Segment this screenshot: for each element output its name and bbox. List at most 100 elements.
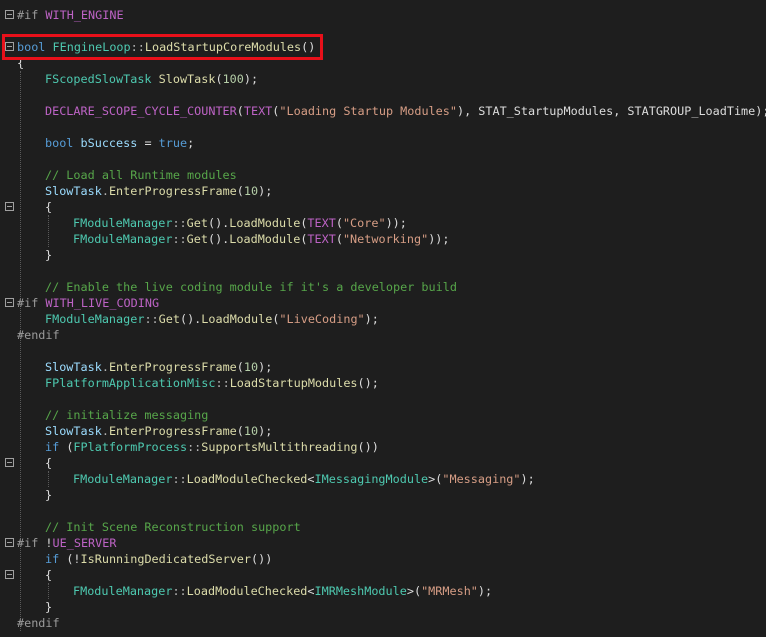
code-token: :: (172, 472, 187, 486)
code-token: LoadModule (201, 312, 273, 326)
code-line[interactable]: DECLARE_SCOPE_CYCLE_COUNTER(TEXT("Loadin… (17, 103, 766, 119)
code-token: } (45, 600, 53, 614)
fold-toggle-icon[interactable] (5, 570, 14, 579)
code-line[interactable]: { (17, 455, 52, 471)
code-token: "Loading Startup Modules" (279, 104, 457, 118)
code-token: EnterProgressFrame (108, 424, 237, 438)
code-token: true (158, 136, 188, 150)
code-token: ); (258, 184, 273, 198)
fold-toggle-icon[interactable] (5, 458, 14, 467)
code-token: :: (215, 376, 230, 390)
code-line[interactable]: #endif (17, 615, 60, 631)
code-token: . (101, 424, 109, 438)
code-line[interactable]: } (17, 599, 52, 615)
code-token: FPlatformProcess (73, 440, 188, 454)
code-line[interactable]: { (17, 199, 52, 215)
code-token: ( (236, 360, 244, 374)
code-token: :: (172, 584, 187, 598)
code-token: Get (158, 312, 180, 326)
code-line[interactable]: FScopedSlowTask SlowTask(100); (17, 71, 258, 87)
code-line[interactable]: // Load all Runtime modules (17, 167, 237, 183)
code-line[interactable]: #if !UE_SERVER (17, 535, 116, 551)
code-token: } (45, 488, 53, 502)
code-token: 10 (243, 424, 259, 438)
code-token: = (137, 136, 159, 150)
fold-toggle-icon[interactable] (5, 202, 14, 211)
code-line[interactable]: #endif (17, 327, 60, 343)
code-token: TEXT (307, 232, 336, 246)
code-token: TEXT (243, 104, 273, 118)
code-line[interactable]: } (17, 487, 52, 503)
code-line[interactable]: bool bSuccess = true; (17, 135, 194, 151)
code-line[interactable]: // Enable the live coding module if it's… (17, 279, 457, 295)
code-token: EnterProgressFrame (108, 184, 237, 198)
code-line[interactable]: SlowTask.EnterProgressFrame(10); (17, 423, 272, 439)
code-token: FScopedSlowTask (45, 72, 159, 86)
code-token: "MRMesh" (421, 584, 478, 598)
code-token: >( (428, 472, 443, 486)
code-token: } (45, 248, 53, 262)
code-token: < (307, 472, 315, 486)
code-token: IMRMeshModule (314, 584, 407, 598)
code-token: ); (364, 312, 379, 326)
code-line[interactable]: // Init Scene Reconstruction support (17, 519, 301, 535)
code-token: IMessagingModule (314, 472, 429, 486)
code-token: // initialize messaging (45, 408, 209, 422)
code-token: 10 (243, 184, 259, 198)
code-token: FModuleManager (73, 216, 173, 230)
fold-toggle-icon[interactable] (5, 538, 14, 547)
code-token: ); (258, 360, 273, 374)
code-token: ( (335, 232, 343, 246)
code-token: "Networking" (342, 232, 429, 246)
code-line[interactable]: FModuleManager::LoadModuleChecked<IMRMes… (17, 583, 492, 599)
code-token: FPlatformApplicationMisc (45, 376, 216, 390)
code-line[interactable]: // initialize messaging (17, 407, 208, 423)
code-line[interactable]: FModuleManager::Get().LoadModule(TEXT("N… (17, 231, 450, 247)
code-token: 10 (243, 360, 259, 374)
code-token: >( (406, 584, 422, 598)
code-token: UE_SERVER (52, 536, 117, 550)
code-token: "Core" (342, 216, 386, 230)
code-token: FModuleManager (45, 312, 145, 326)
code-token: :: (172, 232, 187, 246)
code-token: FModuleManager (73, 472, 173, 486)
code-line[interactable]: { (17, 567, 52, 583)
code-editor[interactable]: #if WITH_ENGINE bool FEngineLoop::LoadSta… (0, 0, 766, 637)
code-token: SlowTask (158, 72, 216, 86)
code-token: :: (172, 216, 187, 230)
code-line[interactable]: if (FPlatformProcess::SupportsMultithrea… (17, 439, 379, 455)
code-token: LoadModuleChecked (186, 472, 308, 486)
code-token: ); (258, 424, 273, 438)
code-line[interactable]: SlowTask.EnterProgressFrame(10); (17, 183, 272, 199)
fold-toggle-icon[interactable] (5, 298, 14, 307)
code-token: FModuleManager (73, 232, 173, 246)
code-token: IsRunningDedicatedServer (80, 552, 251, 566)
code-token: WITH_ENGINE (45, 8, 124, 22)
code-line[interactable]: FModuleManager::Get().LoadModule(TEXT("C… (17, 215, 407, 231)
code-token: SupportsMultithreading (201, 440, 358, 454)
code-line[interactable]: #if WITH_LIVE_CODING (17, 295, 159, 311)
code-line[interactable]: } (17, 247, 52, 263)
code-token: if (45, 552, 67, 566)
code-token: // Enable the live coding module if it's… (45, 280, 457, 294)
code-token: )); (385, 216, 407, 230)
code-line[interactable]: #if WITH_ENGINE (17, 7, 124, 23)
fold-toggle-icon[interactable] (5, 10, 14, 19)
code-token: LoadStartupModules (229, 376, 358, 390)
code-line[interactable]: SlowTask.EnterProgressFrame(10); (17, 359, 272, 375)
code-token: // Init Scene Reconstruction support (45, 520, 301, 534)
code-token: ( (215, 72, 223, 86)
code-line[interactable]: FModuleManager::LoadModuleChecked<IMessa… (17, 471, 535, 487)
code-token: DECLARE_SCOPE_CYCLE_COUNTER (45, 104, 237, 118)
code-token: Get (186, 232, 208, 246)
code-token: Get (186, 216, 208, 230)
code-token: 100 (222, 72, 244, 86)
code-token: TEXT (307, 216, 336, 230)
code-token: bool (45, 136, 81, 150)
code-token: if (45, 440, 67, 454)
code-line[interactable]: if (!IsRunningDedicatedServer()) (17, 551, 272, 567)
code-token: ( (236, 424, 244, 438)
code-token: :: (144, 312, 159, 326)
code-line[interactable]: FModuleManager::Get().LoadModule("LiveCo… (17, 311, 379, 327)
code-line[interactable]: FPlatformApplicationMisc::LoadStartupMod… (17, 375, 379, 391)
